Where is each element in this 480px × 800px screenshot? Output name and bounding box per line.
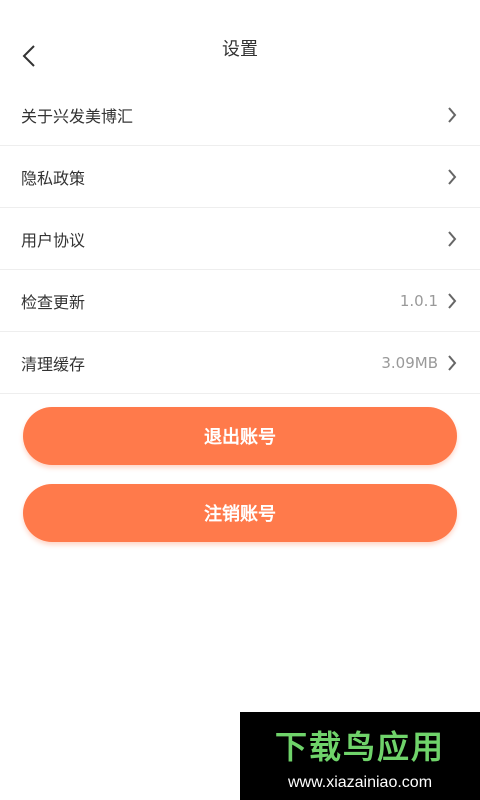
- version-value: 1.0.1: [399, 291, 438, 310]
- settings-menu: 关于兴发美博汇 隐私政策 用户协议 检查更新 1.0.1 清理缓存 3.09MB: [0, 84, 480, 394]
- chevron-right-icon: [448, 354, 457, 371]
- page-title: 设置: [222, 39, 258, 60]
- chevron-right-icon: [448, 106, 457, 123]
- header: 设置: [0, 0, 480, 84]
- menu-item-label: 检查更新: [21, 292, 86, 312]
- menu-item-clear-cache[interactable]: 清理缓存 3.09MB: [0, 332, 480, 394]
- cache-size-value: 3.09MB: [381, 353, 438, 372]
- chevron-right-icon: [448, 292, 457, 309]
- settings-screen: 设置 关于兴发美博汇 隐私政策 用户协议 检查更新 1.0.1 清理缓存 3.0…: [0, 0, 480, 800]
- menu-item-label: 关于兴发美博汇: [21, 106, 134, 126]
- chevron-right-icon: [448, 230, 457, 247]
- logout-button[interactable]: 退出账号: [23, 407, 457, 465]
- menu-item-label: 用户协议: [21, 230, 86, 250]
- menu-item-privacy-policy[interactable]: 隐私政策: [0, 146, 480, 208]
- menu-item-check-update[interactable]: 检查更新 1.0.1: [0, 270, 480, 332]
- watermark-url: www.xiazainiao.com: [287, 774, 433, 791]
- menu-item-label: 清理缓存: [21, 354, 86, 374]
- watermark-title: 下载鸟应用: [274, 728, 445, 766]
- menu-item-about[interactable]: 关于兴发美博汇: [0, 84, 480, 146]
- menu-item-label: 隐私政策: [21, 168, 86, 188]
- chevron-right-icon: [448, 168, 457, 185]
- menu-item-user-agreement[interactable]: 用户协议: [0, 208, 480, 270]
- watermark: 下载鸟应用 www.xiazainiao.com: [240, 712, 480, 800]
- cancel-account-button[interactable]: 注销账号: [23, 484, 457, 542]
